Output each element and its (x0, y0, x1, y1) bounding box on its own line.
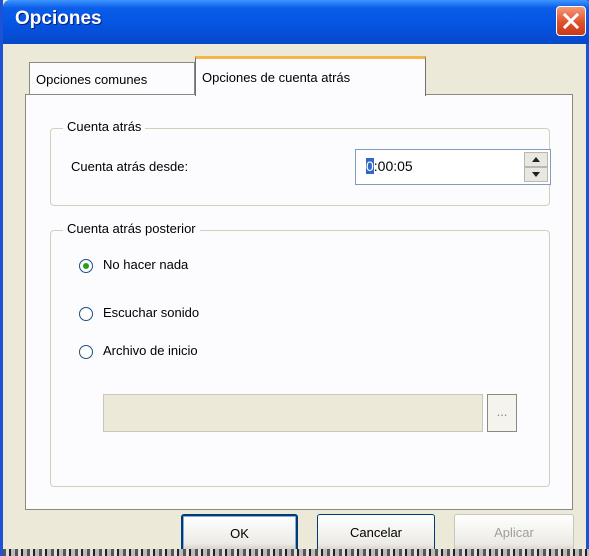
image-edge-artifact (3, 549, 589, 556)
after-countdown-group-legend: Cuenta atrás posterior (63, 221, 200, 236)
radio-no-hacer-nada[interactable] (79, 259, 93, 273)
startup-file-input[interactable] (103, 394, 483, 432)
time-spinner (524, 152, 548, 182)
tab-opciones-cuenta-atras[interactable]: Opciones de cuenta atrás (195, 56, 426, 96)
window-title: Opciones (15, 8, 102, 29)
spin-down-button[interactable] (524, 167, 548, 182)
radio-archivo-de-inicio[interactable] (79, 345, 93, 359)
cancel-button[interactable]: Cancelar (317, 514, 435, 552)
spin-up-icon (532, 157, 540, 162)
after-countdown-group: Cuenta atrás posterior No hacer nada Esc… (50, 221, 550, 487)
tab-panel: Cuenta atrás Cuenta atrás desde: 0:00:05… (25, 94, 573, 510)
tab-opciones-comunes[interactable]: Opciones comunes (29, 62, 195, 94)
spin-up-button[interactable] (524, 152, 548, 167)
radio-label-escuchar-sonido: Escuchar sonido (103, 305, 200, 320)
tab-label: Opciones comunes (36, 72, 148, 87)
time-value-rest: :00:05 (373, 158, 413, 174)
countdown-time-value: 0:00:05 (366, 158, 413, 174)
apply-button[interactable]: Aplicar (454, 514, 574, 552)
radio-escuchar-sonido[interactable] (79, 307, 93, 321)
countdown-from-label: Cuenta atrás desde: (71, 159, 189, 174)
time-selected-digit: 0 (366, 158, 374, 174)
countdown-group: Cuenta atrás Cuenta atrás desde: 0:00:05 (50, 119, 551, 206)
options-dialog: Opciones Opciones comunes Opciones de cu… (0, 0, 589, 556)
browse-button[interactable]: ... (487, 394, 517, 432)
countdown-group-legend: Cuenta atrás (63, 119, 146, 134)
close-icon (563, 13, 579, 29)
ok-button[interactable]: OK (181, 514, 298, 552)
countdown-time-input[interactable]: 0:00:05 (355, 149, 551, 185)
tab-label: Opciones de cuenta atrás (202, 70, 351, 85)
radio-label-no-hacer-nada: No hacer nada (103, 257, 189, 272)
radio-label-archivo-de-inicio: Archivo de inicio (103, 343, 198, 358)
close-button[interactable] (556, 6, 586, 36)
title-bar[interactable]: Opciones (3, 0, 589, 44)
spin-down-icon (532, 172, 540, 177)
